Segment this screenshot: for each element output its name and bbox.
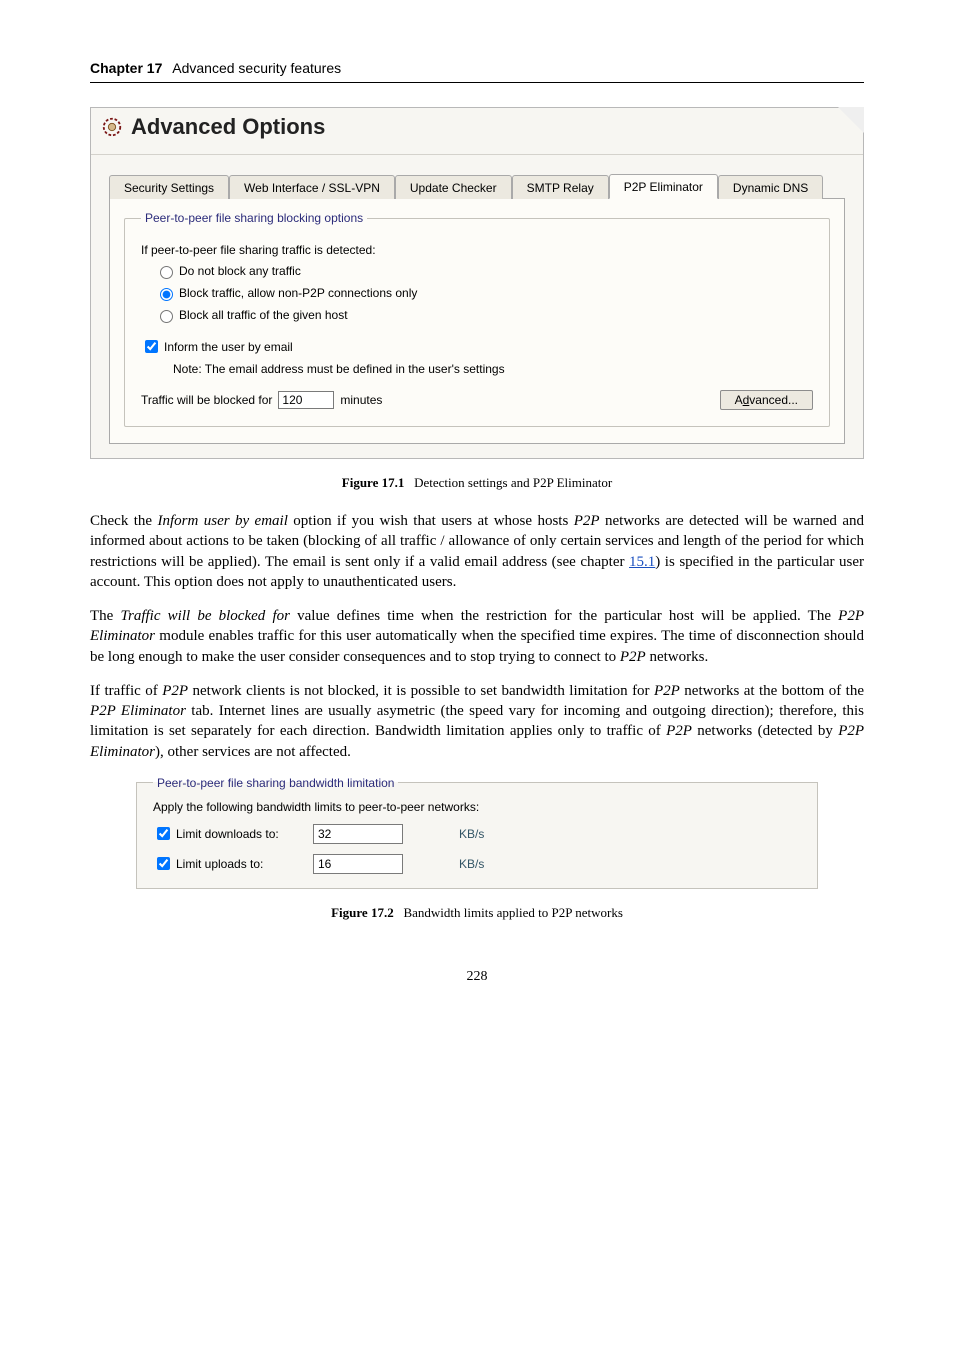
p2-t4: networks. (646, 649, 709, 665)
p2-t1: The (90, 608, 120, 624)
traffic-blocked-minutes-input[interactable] (278, 391, 334, 409)
detect-intro-text: If peer-to-peer file sharing traffic is … (141, 243, 376, 257)
link-chapter-15-1[interactable]: 15.1 (629, 554, 655, 570)
bandwidth-limit-legend: Peer-to-peer file sharing bandwidth limi… (153, 776, 398, 790)
tab-pane-p2p: Peer-to-peer file sharing blocking optio… (109, 199, 845, 444)
checkbox-inform-email[interactable] (145, 340, 158, 353)
tab-security-settings[interactable]: Security Settings (109, 175, 229, 199)
p3-t6: ), other services are not affected. (155, 744, 351, 760)
tab-p2p-eliminator[interactable]: P2P Eliminator (609, 174, 718, 199)
checkbox-limit-downloads[interactable] (157, 827, 170, 840)
blocking-options-legend: Peer-to-peer file sharing blocking optio… (141, 211, 367, 225)
tab-web-interface[interactable]: Web Interface / SSL-VPN (229, 175, 395, 199)
chapter-header: Chapter 17 Advanced security features (90, 60, 864, 83)
p3-t5: networks (detected by (692, 723, 838, 739)
paragraph-3: If traffic of P2P network clients is not… (90, 681, 864, 762)
page-number: 228 (90, 969, 864, 985)
tabstrip: Security Settings Web Interface / SSL-VP… (109, 173, 845, 199)
paragraph-1: Check the Inform user by email option if… (90, 511, 864, 592)
limit-downloads-label: Limit downloads to: (176, 827, 279, 841)
p3-t1: If traffic of (90, 683, 162, 699)
p1-t2: option if you wish that users at whose h… (288, 513, 574, 529)
p1-em2: P2P (574, 513, 600, 529)
p1-t1: Check the (90, 513, 157, 529)
p2-em1: Traffic will be blocked for (120, 608, 289, 624)
p3-t3: networks at the bottom of the (680, 683, 864, 699)
radio-do-not-block[interactable] (160, 266, 173, 279)
radio-block-all[interactable] (160, 310, 173, 323)
p2-em3: P2P (620, 649, 646, 665)
dog-ear-decoration (838, 107, 864, 133)
p3-t2: network clients is not blocked, it is po… (188, 683, 654, 699)
p2-t3: module enables traffic for this user aut… (90, 628, 864, 664)
advanced-button-pre: A (735, 393, 743, 407)
gear-icon (101, 116, 123, 138)
tab-update-checker[interactable]: Update Checker (395, 175, 512, 199)
panel-titlebar: Advanced Options (91, 108, 863, 155)
p1-em1: Inform user by email (157, 513, 287, 529)
radio-block-all-label: Block all traffic of the given host (179, 308, 348, 322)
figure-17-1-text: Detection settings and P2P Eliminator (414, 475, 612, 490)
limit-downloads-input[interactable] (313, 824, 403, 844)
radio-do-not-block-label: Do not block any traffic (179, 264, 301, 278)
advanced-options-panel: Advanced Options Security Settings Web I… (90, 107, 864, 459)
figure-17-2-caption: Figure 17.2 Bandwidth limits applied to … (90, 905, 864, 921)
checkbox-limit-uploads[interactable] (157, 857, 170, 870)
radio-block-nonp2p-label: Block traffic, allow non-P2P connections… (179, 286, 417, 300)
p3-em2: P2P (654, 683, 680, 699)
limit-uploads-input[interactable] (313, 854, 403, 874)
inform-note: Note: The email address must be defined … (173, 362, 505, 376)
figure-17-1-label: Figure 17.1 (342, 475, 405, 490)
advanced-button[interactable]: Advanced... (720, 390, 813, 410)
advanced-button-post: vanced... (749, 393, 798, 407)
figure-17-2-label: Figure 17.2 (331, 905, 394, 920)
chapter-label: Chapter 17 (90, 60, 162, 76)
radio-block-nonp2p[interactable] (160, 288, 173, 301)
panel-title: Advanced Options (131, 114, 325, 140)
paragraph-2: The Traffic will be blocked for value de… (90, 606, 864, 667)
limit-uploads-unit: KB/s (459, 857, 484, 871)
p2-t2: value defines time when the restriction … (290, 608, 838, 624)
detect-intro-row: If peer-to-peer file sharing traffic is … (141, 243, 813, 257)
traffic-blocked-label-post: minutes (340, 393, 382, 407)
bandwidth-intro: Apply the following bandwidth limits to … (153, 800, 801, 814)
limit-uploads-label: Limit uploads to: (176, 857, 263, 871)
p3-em3: P2P Eliminator (90, 703, 186, 719)
blocking-options-group: Peer-to-peer file sharing blocking optio… (124, 211, 830, 427)
chapter-title: Advanced security features (172, 60, 341, 76)
figure-17-1-caption: Figure 17.1 Detection settings and P2P E… (90, 475, 864, 491)
limit-downloads-unit: KB/s (459, 827, 484, 841)
checkbox-inform-email-label: Inform the user by email (164, 340, 293, 354)
bandwidth-limit-group: Peer-to-peer file sharing bandwidth limi… (136, 776, 818, 889)
p3-em4: P2P (666, 723, 692, 739)
traffic-blocked-label-pre: Traffic will be blocked for (141, 393, 272, 407)
p3-em1: P2P (162, 683, 188, 699)
tab-dynamic-dns[interactable]: Dynamic DNS (718, 175, 823, 199)
tab-smtp-relay[interactable]: SMTP Relay (512, 175, 609, 199)
figure-17-2-text: Bandwidth limits applied to P2P networks (403, 905, 622, 920)
